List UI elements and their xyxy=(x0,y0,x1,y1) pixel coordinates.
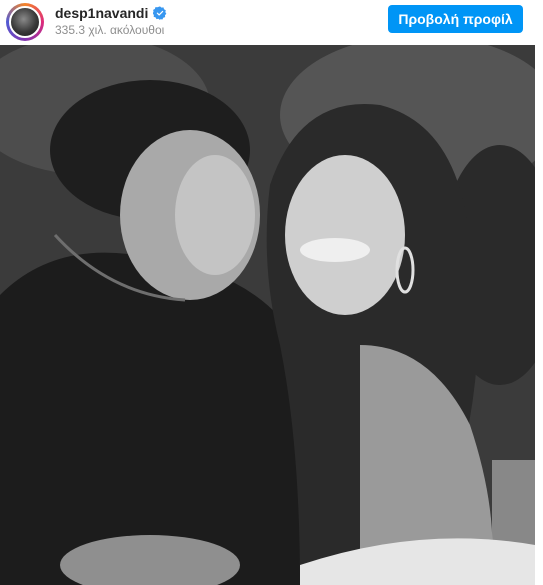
username-link[interactable]: desp1navandi xyxy=(55,5,148,21)
instagram-embed-card: desp1navandi 335.3 χιλ. ακόλουθοι Προβολ… xyxy=(0,0,535,585)
profile-avatar[interactable] xyxy=(6,3,44,41)
view-profile-button[interactable]: Προβολή προφίλ xyxy=(388,5,523,33)
username-row: desp1navandi xyxy=(55,5,167,21)
post-photo[interactable] xyxy=(0,45,535,585)
post-header: desp1navandi 335.3 χιλ. ακόλουθοι Προβολ… xyxy=(0,0,535,45)
verified-badge-icon xyxy=(153,6,167,20)
avatar-image xyxy=(9,6,41,38)
follower-count: 335.3 χιλ. ακόλουθοι xyxy=(55,23,165,37)
photo-scene xyxy=(0,45,535,585)
